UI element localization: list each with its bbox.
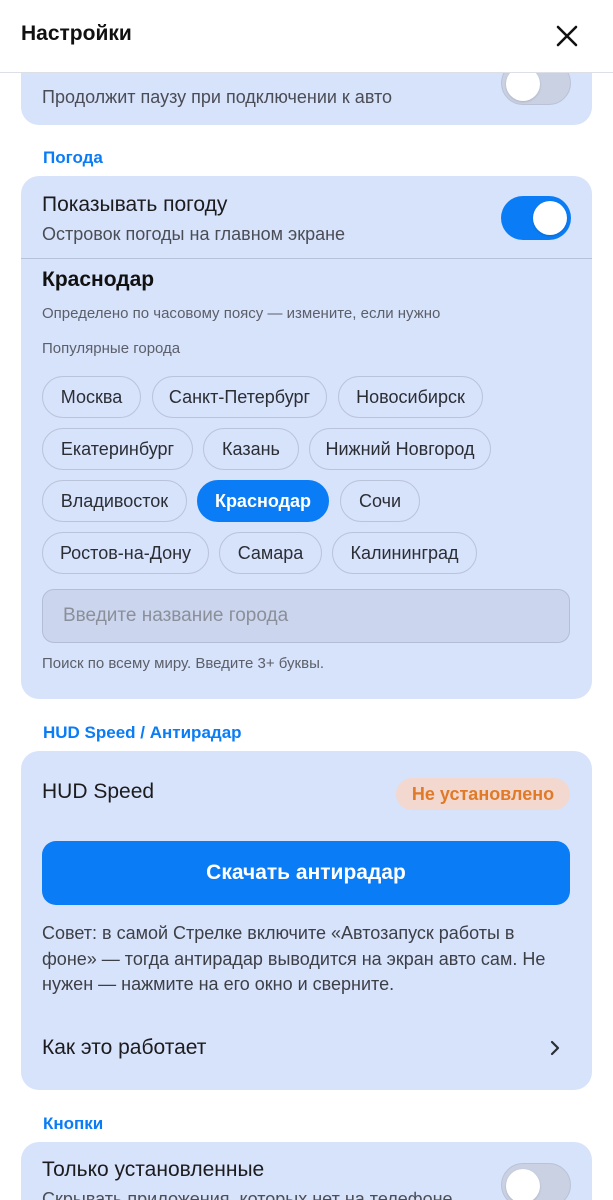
- hud-tip-text: Совет: в самой Стрелке включите «Автозап…: [42, 923, 546, 994]
- only-installed-title: Только установленные: [42, 1158, 265, 1181]
- settings-header: Настройки: [0, 0, 613, 73]
- city-chip-moscow[interactable]: Москва: [42, 376, 141, 418]
- city-chip-samara[interactable]: Самара: [219, 532, 322, 574]
- city-chip-krasnodar[interactable]: Краснодар: [197, 480, 329, 522]
- close-icon: [556, 25, 578, 47]
- settings-scroll-area[interactable]: Продолжит паузу при подключении к авто П…: [0, 0, 613, 1200]
- weather-section-title: Погода: [43, 148, 103, 167]
- only-installed-subtitle: Скрывать приложения, которых нет на теле…: [42, 1189, 453, 1200]
- car-pause-subtitle: Продолжит паузу при подключении к авто: [42, 87, 393, 107]
- toggle-knob: [533, 201, 567, 235]
- status-badge: Не установлено: [396, 778, 570, 810]
- city-search-hint: Поиск по всему миру. Введите 3+ буквы.: [42, 655, 325, 672]
- buttons-card: Только установленные Скрывать приложения…: [21, 1142, 592, 1200]
- city-chip-yekaterinburg[interactable]: Екатеринбург: [42, 428, 193, 470]
- city-chip-kazan[interactable]: Казань: [203, 428, 299, 470]
- popular-cities-label: Популярные города: [42, 340, 181, 357]
- city-search-input[interactable]: [42, 589, 570, 643]
- show-weather-toggle[interactable]: [501, 196, 571, 240]
- buttons-section-title: Кнопки: [43, 1114, 104, 1133]
- hud-app-name: HUD Speed: [42, 780, 155, 803]
- show-weather-subtitle: Островок погоды на главном экране: [42, 224, 346, 244]
- chevron-right-icon: [548, 1039, 562, 1062]
- hud-section-title: HUD Speed / Антирадар: [43, 723, 242, 742]
- city-chip-novosibirsk[interactable]: Новосибирск: [338, 376, 483, 418]
- how-it-works-row[interactable]: Как это работает: [21, 1023, 592, 1071]
- download-antiradar-button[interactable]: Скачать антирадар: [42, 841, 570, 905]
- city-chip-rostov-on-don[interactable]: Ростов-на-Дону: [42, 532, 209, 574]
- page-title: Настройки: [21, 22, 132, 45]
- weather-divider: [21, 258, 592, 259]
- selected-city-title: Краснодар: [42, 268, 155, 291]
- city-chip-kaliningrad[interactable]: Калининград: [332, 532, 477, 574]
- close-button[interactable]: [549, 18, 585, 54]
- how-it-works-label: Как это работает: [42, 1036, 207, 1059]
- hud-card: HUD Speed Не установлено Скачать антирад…: [21, 751, 592, 1090]
- city-chip-nizhny-novgorod[interactable]: Нижний Новгород: [309, 428, 491, 470]
- toggle-knob: [506, 1169, 540, 1200]
- detected-city-note: Определено по часовому поясу — измените,…: [42, 305, 441, 322]
- city-chip-vladivostok[interactable]: Владивосток: [42, 480, 187, 522]
- show-weather-title: Показывать погоду: [42, 193, 228, 216]
- only-installed-toggle[interactable]: [501, 1163, 571, 1200]
- city-chip-saint-petersburg[interactable]: Санкт-Петербург: [152, 376, 327, 418]
- weather-card: Показывать погоду Островок погоды на гла…: [21, 176, 592, 699]
- city-chip-sochi[interactable]: Сочи: [340, 480, 420, 522]
